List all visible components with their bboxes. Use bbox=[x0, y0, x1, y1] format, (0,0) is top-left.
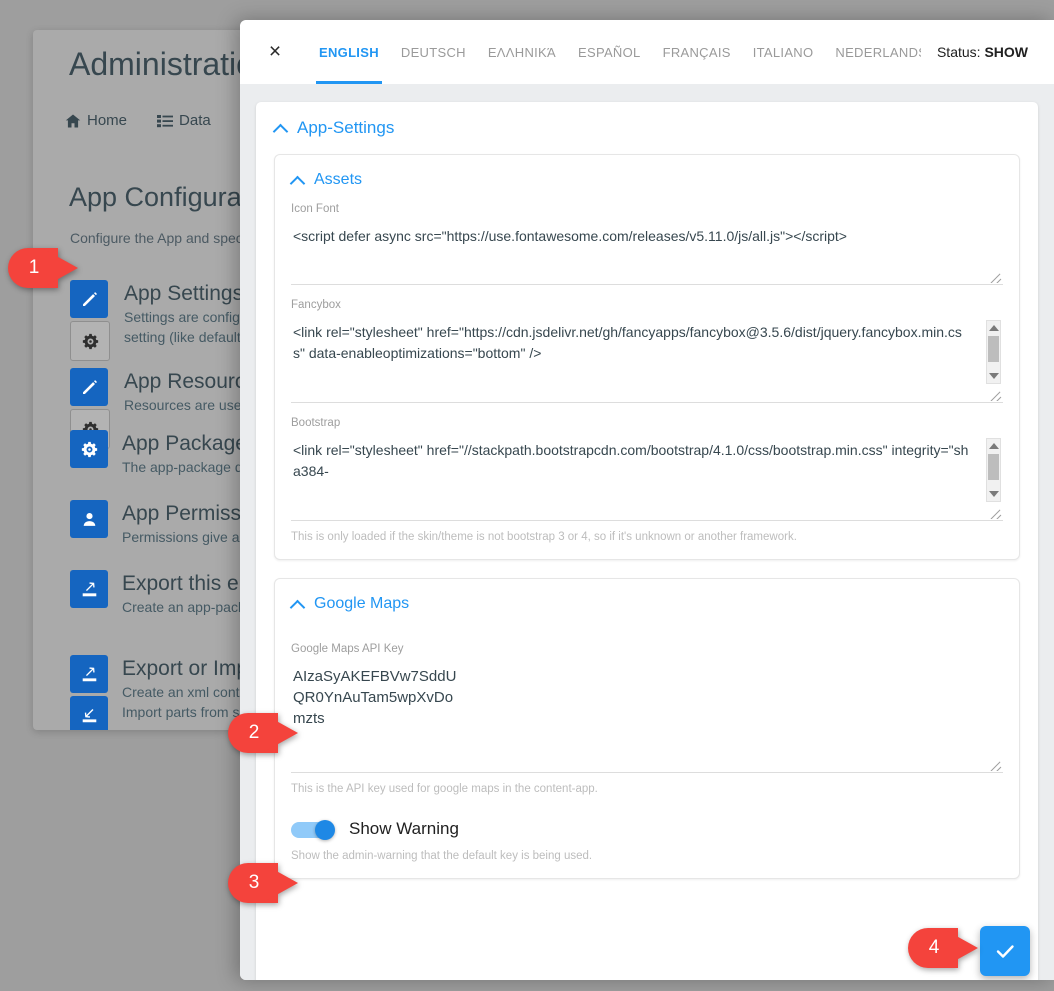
section-title: Google Maps bbox=[314, 595, 410, 612]
person-icon[interactable] bbox=[70, 500, 108, 538]
scrollbar[interactable] bbox=[986, 320, 1001, 384]
section-header-google-maps[interactable]: Google Maps bbox=[291, 595, 1003, 613]
api-key-hint: This is the API key used for google maps… bbox=[291, 783, 598, 795]
home-icon bbox=[65, 113, 81, 129]
toggle-label: Show Warning bbox=[349, 819, 459, 838]
gear-icon[interactable] bbox=[70, 430, 108, 468]
language-tab-bar[interactable]: ENGLISH DEUTSCH ΕΛΛΗΝΙΚΆ ESPAÑOL FRANÇAI… bbox=[308, 20, 921, 84]
list-item-icons bbox=[70, 430, 108, 477]
list-item-icons bbox=[70, 280, 110, 361]
app-settings-panel: App-Settings Assets Icon Font <script de… bbox=[256, 102, 1038, 980]
tab-italiano[interactable]: ITALIANO bbox=[742, 20, 825, 84]
tab-label: NEDERLANDS bbox=[835, 44, 921, 60]
toggle-knob bbox=[315, 820, 335, 840]
tab-greek[interactable]: ΕΛΛΗΝΙΚΆ bbox=[477, 20, 567, 84]
modal-body: App-Settings Assets Icon Font <script de… bbox=[240, 84, 1054, 980]
tab-label: FRANÇAIS bbox=[662, 44, 731, 60]
textarea-wrapper: <script defer async src="https://use.fon… bbox=[291, 222, 1003, 285]
field-fancybox: Fancybox <link rel="stylesheet" href="ht… bbox=[291, 299, 1003, 403]
resize-handle[interactable] bbox=[987, 386, 1002, 401]
tab-label: DEUTSCH bbox=[400, 44, 466, 60]
field-google-maps-api-key: Google Maps API Key AIzaSyAKEFBVw7SddUQR… bbox=[291, 643, 1003, 797]
resize-handle[interactable] bbox=[987, 504, 1002, 519]
bootstrap-hint: This is only loaded if the skin/theme is… bbox=[291, 531, 797, 543]
callout-number: 2 bbox=[248, 722, 260, 743]
modal-header: × ENGLISH DEUTSCH ΕΛΛΗΝΙΚΆ ESPAÑOL FRANÇ… bbox=[240, 20, 1054, 84]
pencil-icon[interactable] bbox=[70, 368, 108, 406]
tab-espanol[interactable]: ESPAÑOL bbox=[567, 20, 652, 84]
status-prefix: Status: bbox=[936, 44, 985, 60]
import-icon[interactable] bbox=[70, 696, 108, 730]
scroll-down-icon[interactable] bbox=[987, 487, 1000, 501]
section-header-assets[interactable]: Assets bbox=[291, 171, 1003, 189]
scrollbar-thumb[interactable] bbox=[988, 454, 999, 480]
callout-marker-1: 1 bbox=[8, 248, 80, 288]
tab-francais[interactable]: FRANÇAIS bbox=[652, 20, 742, 84]
field-label: Icon Font bbox=[291, 203, 339, 215]
chevron-up-icon bbox=[291, 598, 304, 611]
tab-english[interactable]: ENGLISH bbox=[308, 20, 390, 84]
list-item-icons bbox=[70, 570, 108, 617]
fancybox-input[interactable]: <link rel="stylesheet" href="https://cdn… bbox=[291, 318, 1003, 402]
callout-number: 1 bbox=[28, 257, 40, 278]
nav-item-data-label: Data bbox=[179, 112, 211, 129]
textarea-wrapper: <link rel="stylesheet" href="//stackpath… bbox=[291, 436, 1003, 521]
callout-number: 3 bbox=[248, 872, 260, 893]
textarea-wrapper: AIzaSyAKEFBVw7SddUQR0YnAuTam5wpXvDomzts bbox=[291, 662, 1003, 773]
status-value: SHOW bbox=[984, 44, 1028, 60]
google-maps-api-key-input[interactable]: AIzaSyAKEFBVw7SddUQR0YnAuTam5wpXvDomzts bbox=[291, 662, 491, 772]
export-icon[interactable] bbox=[70, 570, 108, 608]
field-label: Bootstrap bbox=[291, 417, 341, 429]
chevron-up-icon bbox=[291, 174, 304, 187]
scrollbar-thumb[interactable] bbox=[988, 336, 999, 362]
scroll-up-icon[interactable] bbox=[987, 321, 1000, 335]
tab-label: ΕΛΛΗΝΙΚΆ bbox=[487, 44, 557, 60]
assets-card: Assets Icon Font <script defer async src… bbox=[274, 154, 1020, 560]
show-warning-toggle-row: Show Warning bbox=[291, 819, 1003, 840]
callout-marker-3: 3 bbox=[228, 863, 300, 903]
nav-item-home-label: Home bbox=[87, 112, 128, 129]
tab-label: ITALIANO bbox=[752, 44, 814, 60]
nav-item-data[interactable]: Data bbox=[157, 112, 211, 129]
tab-label: ESPAÑOL bbox=[578, 44, 641, 60]
section-title: Assets bbox=[314, 171, 363, 188]
app-settings-modal: × ENGLISH DEUTSCH ΕΛΛΗΝΙΚΆ ESPAÑOL FRANÇ… bbox=[240, 20, 1054, 980]
scroll-up-icon[interactable] bbox=[987, 439, 1000, 453]
status-badge: Status: SHOW bbox=[920, 44, 1054, 60]
tab-nederlands[interactable]: NEDERLANDS bbox=[824, 20, 921, 84]
field-label: Google Maps API Key bbox=[291, 643, 404, 655]
google-maps-card: Google Maps Google Maps API Key AIzaSyAK… bbox=[274, 578, 1020, 879]
field-bootstrap: Bootstrap <link rel="stylesheet" href="/… bbox=[291, 417, 1003, 545]
section-header-app-settings[interactable]: App-Settings bbox=[274, 118, 1020, 138]
field-icon-font: Icon Font <script defer async src="https… bbox=[291, 203, 1003, 285]
scrollbar[interactable] bbox=[986, 438, 1001, 502]
main-navigation[interactable]: Home Data bbox=[65, 112, 263, 129]
list-item-icons bbox=[70, 655, 108, 730]
save-button[interactable] bbox=[980, 926, 1030, 976]
resize-handle[interactable] bbox=[987, 756, 1002, 771]
bootstrap-input[interactable]: <link rel="stylesheet" href="//stackpath… bbox=[291, 436, 1003, 520]
textarea-wrapper: <link rel="stylesheet" href="https://cdn… bbox=[291, 318, 1003, 403]
gear-icon[interactable] bbox=[70, 321, 110, 361]
check-icon bbox=[993, 939, 1017, 963]
callout-marker-2: 2 bbox=[228, 713, 300, 753]
icon-font-input[interactable]: <script defer async src="https://use.fon… bbox=[291, 222, 1003, 284]
list-item-app-settings[interactable]: App Settings Settings are configured set… bbox=[70, 280, 268, 361]
nav-item-home[interactable]: Home bbox=[65, 112, 127, 129]
scroll-down-icon[interactable] bbox=[987, 369, 1000, 383]
resize-handle[interactable] bbox=[987, 268, 1002, 283]
callout-number: 4 bbox=[928, 937, 940, 958]
list-icon bbox=[157, 113, 174, 129]
callout-marker-4: 4 bbox=[908, 928, 980, 968]
field-label: Fancybox bbox=[291, 299, 341, 311]
toggle-hint: Show the admin-warning that the default … bbox=[291, 850, 593, 862]
list-item-icons bbox=[70, 500, 108, 547]
show-warning-toggle[interactable] bbox=[291, 820, 335, 840]
tab-label: ENGLISH bbox=[319, 44, 379, 60]
section-title: App-Settings bbox=[297, 118, 395, 137]
chevron-up-icon bbox=[274, 122, 287, 135]
export-icon[interactable] bbox=[70, 655, 108, 693]
tab-deutsch[interactable]: DEUTSCH bbox=[390, 20, 477, 84]
close-icon[interactable]: × bbox=[252, 29, 298, 75]
